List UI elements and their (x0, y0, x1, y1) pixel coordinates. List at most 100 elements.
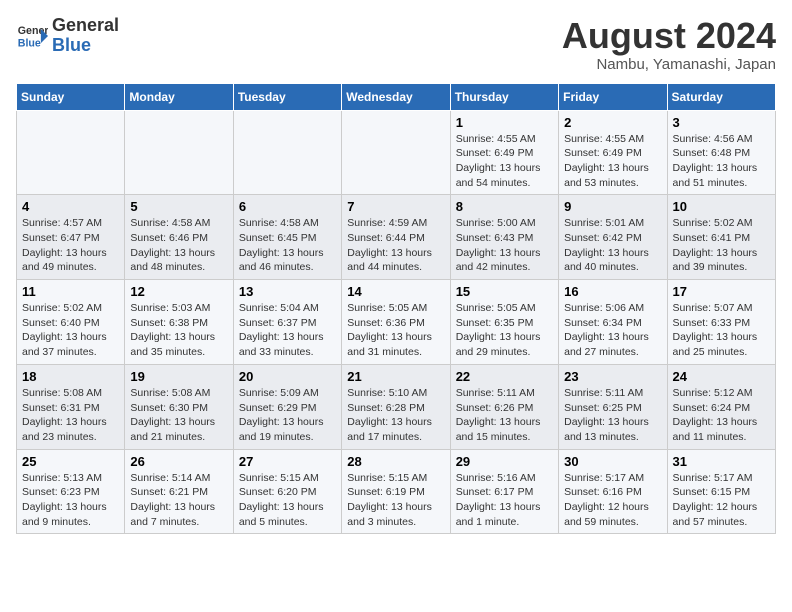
day-number: 18 (22, 369, 119, 384)
day-number: 3 (673, 115, 770, 130)
day-number: 13 (239, 284, 336, 299)
calendar-cell: 30Sunrise: 5:17 AM Sunset: 6:16 PM Dayli… (559, 449, 667, 534)
calendar-cell (233, 110, 341, 195)
day-number: 4 (22, 199, 119, 214)
page-header: General Blue General Blue August 2024 Na… (16, 16, 776, 73)
day-number: 23 (564, 369, 661, 384)
calendar-cell: 29 Sunrise: 5:16 AM Sunset: 6:17 PM Dayli… (450, 449, 558, 534)
day-number: 1 (456, 115, 553, 130)
day-number: 25 (22, 454, 119, 469)
title-block: August 2024 Nambu, Yamanashi, Japan (562, 16, 776, 73)
calendar-week-row: 1 Sunrise: 4:55 AM Sunset: 6:49 PM Daylig… (17, 110, 776, 195)
logo-general-text: General (52, 15, 119, 35)
day-number: 6 (239, 199, 336, 214)
day-number: 20 (239, 369, 336, 384)
calendar-cell: 2 Sunrise: 4:55 AM Sunset: 6:49 PM Daylig… (559, 110, 667, 195)
calendar-cell: 16 Sunrise: 5:06 AM Sunset: 6:34 PM Dayli… (559, 280, 667, 365)
day-number: 29 (456, 454, 553, 469)
weekday-header: Saturday (667, 83, 775, 110)
day-number: 27 (239, 454, 336, 469)
calendar-cell: 25 Sunrise: 5:13 AM Sunset: 6:23 PM Dayli… (17, 449, 125, 534)
day-info: Sunrise: 4:59 AM Sunset: 6:44 PM Dayligh… (347, 216, 444, 275)
weekday-header: Monday (125, 83, 233, 110)
svg-text:Blue: Blue (18, 37, 41, 49)
day-number: 9 (564, 199, 661, 214)
day-number: 5 (130, 199, 227, 214)
weekday-header: Tuesday (233, 83, 341, 110)
day-info: Sunrise: 5:08 AM Sunset: 6:31 PM Dayligh… (22, 386, 119, 445)
day-info: Sunrise: 5:02 AM Sunset: 6:41 PM Dayligh… (673, 216, 770, 275)
day-info: Sunrise: 5:13 AM Sunset: 6:23 PM Dayligh… (22, 471, 119, 530)
calendar-cell: 24Sunrise: 5:12 AM Sunset: 6:24 PM Dayli… (667, 364, 775, 449)
day-number: 2 (564, 115, 661, 130)
day-info: Sunrise: 5:00 AM Sunset: 6:43 PM Dayligh… (456, 216, 553, 275)
day-number: 31 (673, 454, 770, 469)
day-number: 17 (673, 284, 770, 299)
day-info: Sunrise: 5:15 AM Sunset: 6:19 PM Dayligh… (347, 471, 444, 530)
calendar-cell: 23 Sunrise: 5:11 AM Sunset: 6:25 PM Dayli… (559, 364, 667, 449)
calendar-cell: 27Sunrise: 5:15 AM Sunset: 6:20 PM Dayli… (233, 449, 341, 534)
day-info: Sunrise: 4:55 AM Sunset: 6:49 PM Dayligh… (564, 132, 661, 191)
main-title: August 2024 (562, 16, 776, 56)
day-info: Sunrise: 5:03 AM Sunset: 6:38 PM Dayligh… (130, 301, 227, 360)
day-number: 26 (130, 454, 227, 469)
subtitle: Nambu, Yamanashi, Japan (562, 56, 776, 73)
calendar-cell: 20Sunrise: 5:09 AM Sunset: 6:29 PM Dayli… (233, 364, 341, 449)
calendar-cell: 9 Sunrise: 5:01 AM Sunset: 6:42 PM Daylig… (559, 195, 667, 280)
day-info: Sunrise: 5:07 AM Sunset: 6:33 PM Dayligh… (673, 301, 770, 360)
weekday-header: Thursday (450, 83, 558, 110)
day-info: Sunrise: 5:05 AM Sunset: 6:36 PM Dayligh… (347, 301, 444, 360)
calendar-week-row: 18 Sunrise: 5:08 AM Sunset: 6:31 PM Dayli… (17, 364, 776, 449)
calendar-cell: 3 Sunrise: 4:56 AM Sunset: 6:48 PM Daylig… (667, 110, 775, 195)
day-info: Sunrise: 5:04 AM Sunset: 6:37 PM Dayligh… (239, 301, 336, 360)
calendar-table: SundayMondayTuesdayWednesdayThursdayFrid… (16, 83, 776, 535)
calendar-cell: 1 Sunrise: 4:55 AM Sunset: 6:49 PM Daylig… (450, 110, 558, 195)
day-info: Sunrise: 5:02 AM Sunset: 6:40 PM Dayligh… (22, 301, 119, 360)
calendar-cell: 7Sunrise: 4:59 AM Sunset: 6:44 PM Daylig… (342, 195, 450, 280)
calendar-cell: 15Sunrise: 5:05 AM Sunset: 6:35 PM Dayli… (450, 280, 558, 365)
day-info: Sunrise: 5:11 AM Sunset: 6:26 PM Dayligh… (456, 386, 553, 445)
calendar-cell: 4 Sunrise: 4:57 AM Sunset: 6:47 PM Daylig… (17, 195, 125, 280)
calendar-cell: 12 Sunrise: 5:03 AM Sunset: 6:38 PM Dayli… (125, 280, 233, 365)
day-info: Sunrise: 5:01 AM Sunset: 6:42 PM Dayligh… (564, 216, 661, 275)
calendar-cell: 5 Sunrise: 4:58 AM Sunset: 6:46 PM Daylig… (125, 195, 233, 280)
calendar-cell: 21Sunrise: 5:10 AM Sunset: 6:28 PM Dayli… (342, 364, 450, 449)
day-number: 11 (22, 284, 119, 299)
calendar-cell: 14 Sunrise: 5:05 AM Sunset: 6:36 PM Dayli… (342, 280, 450, 365)
day-info: Sunrise: 5:11 AM Sunset: 6:25 PM Dayligh… (564, 386, 661, 445)
calendar-cell: 28 Sunrise: 5:15 AM Sunset: 6:19 PM Dayli… (342, 449, 450, 534)
day-number: 15 (456, 284, 553, 299)
day-info: Sunrise: 4:58 AM Sunset: 6:45 PM Dayligh… (239, 216, 336, 275)
calendar-cell (342, 110, 450, 195)
day-info: Sunrise: 5:17 AM Sunset: 6:15 PM Dayligh… (673, 471, 770, 530)
calendar-cell: 31 Sunrise: 5:17 AM Sunset: 6:15 PM Dayli… (667, 449, 775, 534)
calendar-cell: 10Sunrise: 5:02 AM Sunset: 6:41 PM Dayli… (667, 195, 775, 280)
day-info: Sunrise: 4:57 AM Sunset: 6:47 PM Dayligh… (22, 216, 119, 275)
day-info: Sunrise: 4:56 AM Sunset: 6:48 PM Dayligh… (673, 132, 770, 191)
day-number: 16 (564, 284, 661, 299)
weekday-header: Sunday (17, 83, 125, 110)
day-info: Sunrise: 4:55 AM Sunset: 6:49 PM Dayligh… (456, 132, 553, 191)
day-info: Sunrise: 5:06 AM Sunset: 6:34 PM Dayligh… (564, 301, 661, 360)
day-info: Sunrise: 5:14 AM Sunset: 6:21 PM Dayligh… (130, 471, 227, 530)
weekday-header: Wednesday (342, 83, 450, 110)
calendar-cell: 17 Sunrise: 5:07 AM Sunset: 6:33 PM Dayli… (667, 280, 775, 365)
logo: General Blue General Blue (16, 16, 119, 56)
calendar-cell: 22 Sunrise: 5:11 AM Sunset: 6:26 PM Dayli… (450, 364, 558, 449)
calendar-header-row: SundayMondayTuesdayWednesdayThursdayFrid… (17, 83, 776, 110)
day-number: 19 (130, 369, 227, 384)
day-info: Sunrise: 5:16 AM Sunset: 6:17 PM Dayligh… (456, 471, 553, 530)
day-info: Sunrise: 4:58 AM Sunset: 6:46 PM Dayligh… (130, 216, 227, 275)
day-number: 12 (130, 284, 227, 299)
calendar-cell: 18 Sunrise: 5:08 AM Sunset: 6:31 PM Dayli… (17, 364, 125, 449)
calendar-cell (125, 110, 233, 195)
calendar-cell: 8 Sunrise: 5:00 AM Sunset: 6:43 PM Daylig… (450, 195, 558, 280)
calendar-week-row: 25 Sunrise: 5:13 AM Sunset: 6:23 PM Dayli… (17, 449, 776, 534)
day-number: 22 (456, 369, 553, 384)
logo-blue-text: Blue (52, 35, 91, 55)
calendar-cell: 11 Sunrise: 5:02 AM Sunset: 6:40 PM Dayli… (17, 280, 125, 365)
day-number: 28 (347, 454, 444, 469)
day-number: 14 (347, 284, 444, 299)
day-number: 8 (456, 199, 553, 214)
calendar-cell: 19Sunrise: 5:08 AM Sunset: 6:30 PM Dayli… (125, 364, 233, 449)
